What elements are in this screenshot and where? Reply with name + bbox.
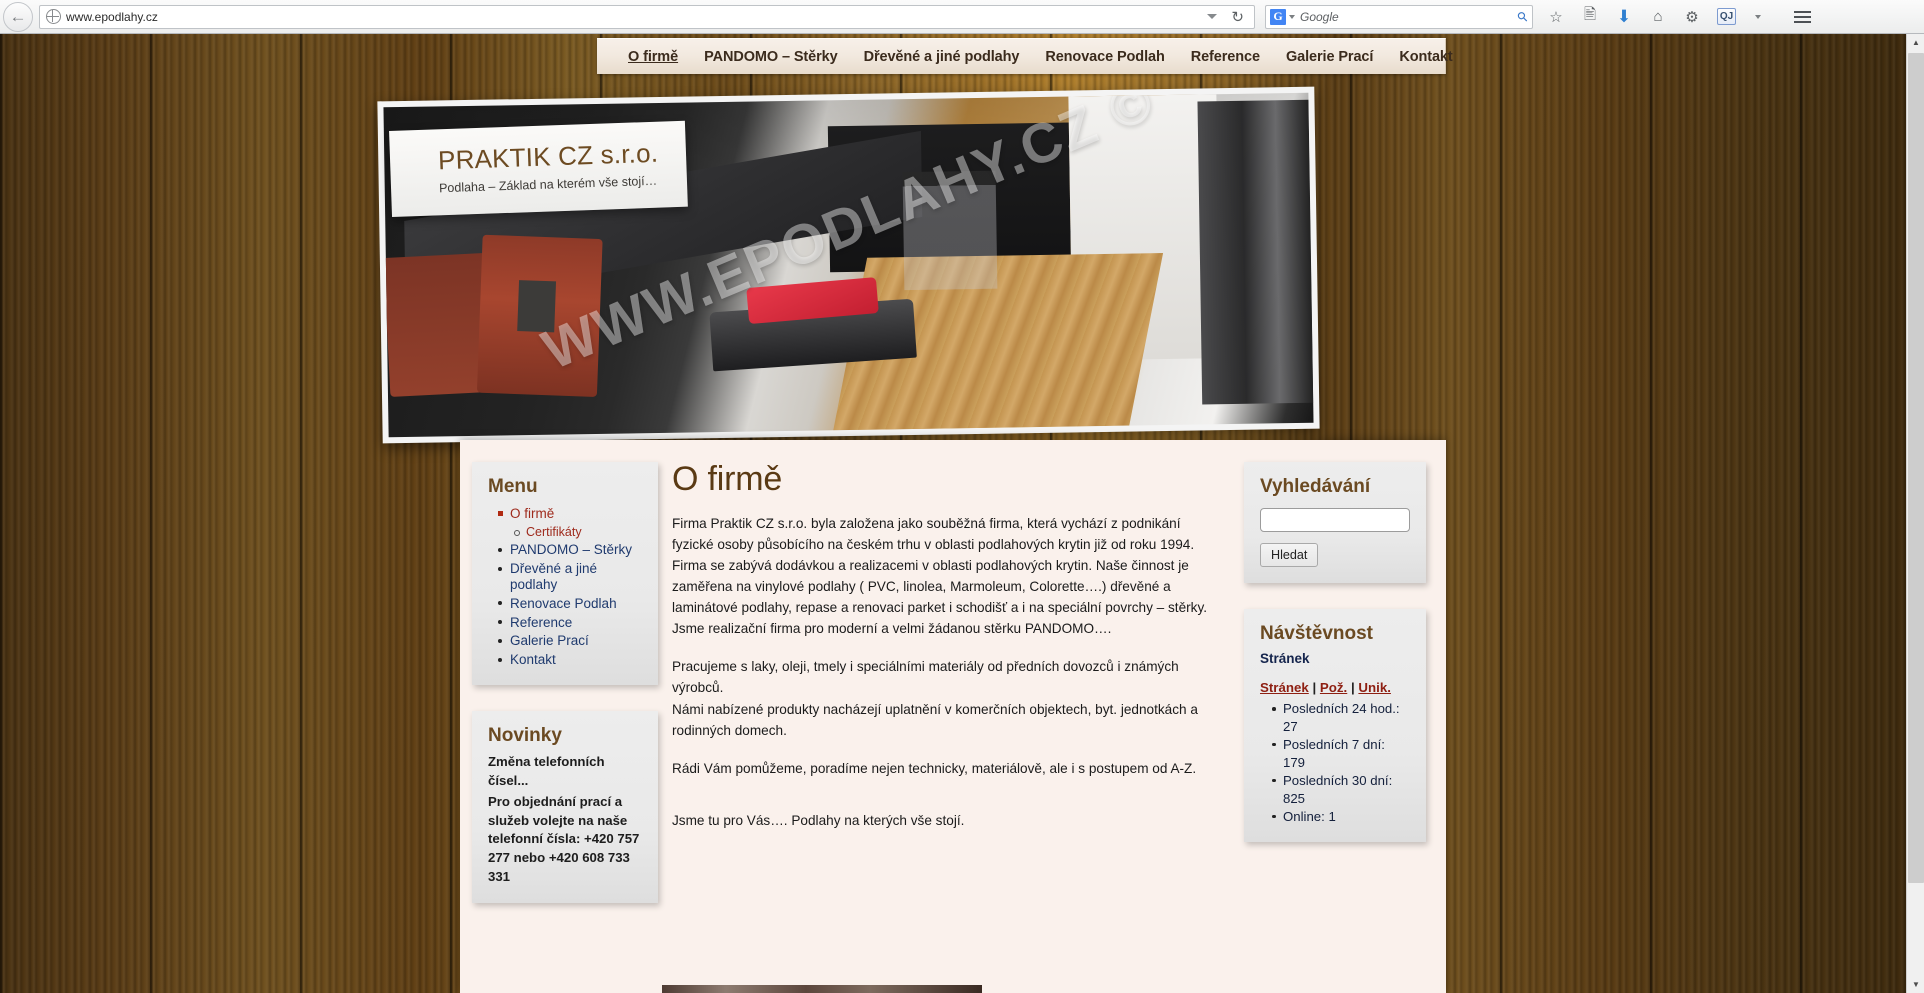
bottom-photo (662, 985, 982, 993)
url-text: www.epodlahy.cz (66, 9, 158, 24)
novinky-headline[interactable]: Změna telefonních čísel... (488, 753, 642, 790)
sidebar-item-o-firme[interactable]: O firmě (498, 504, 642, 523)
paragraph-6: Rádi Vám pomůžeme, poradíme nejen techni… (672, 760, 1197, 776)
chevron-down-icon[interactable] (1755, 14, 1761, 19)
page-title: O firmě (672, 460, 783, 498)
right-sidebar: Vyhledávání Hledat Návštěvnost Stránek S… (1236, 440, 1446, 993)
novinky-content: Změna telefonních čísel... Pro objednání… (488, 753, 642, 886)
photo-chair-front (476, 234, 603, 398)
stats-tab-links: Stránek | Pož. | Unik. (1260, 680, 1410, 695)
novinky-widget-title: Novinky (488, 725, 562, 747)
bookmark-star-icon[interactable]: ☆ (1547, 7, 1565, 27)
nav-item-kontakt[interactable]: Kontakt (1386, 49, 1465, 65)
nav-item-reference[interactable]: Reference (1178, 49, 1273, 65)
sidebar-item-galerie-praci[interactable]: Galerie Prací (498, 632, 642, 651)
menu-widget: Menu O firmě Certifikáty PANDOMO – Stěrk… (472, 462, 658, 686)
search-input[interactable] (1260, 508, 1410, 532)
stats-row-30-days: Posledních 30 dní: 825 (1272, 772, 1410, 808)
sidebar-item-reference[interactable]: Reference (498, 613, 642, 632)
stats-widget: Návštěvnost Stránek Stránek | Pož. | Uni… (1244, 609, 1426, 842)
menu-widget-title: Menu (488, 476, 538, 497)
page-viewport: O firmě PANDOMO – Stěrky Dřevěné a jiné … (0, 34, 1906, 993)
paragraph-5: Námi nabízené produkty nacházejí uplatně… (672, 701, 1198, 738)
paragraph-7: Jsme tu pro Vás…. Podlahy na kterých vše… (672, 812, 965, 828)
sidebar-menu-list: O firmě Certifikáty PANDOMO – Stěrky Dře… (488, 504, 642, 669)
search-submit-button[interactable]: Hledat (1260, 543, 1319, 567)
google-icon: G (1270, 8, 1286, 25)
stats-row-online: Online: 1 (1272, 808, 1410, 826)
nav-item-o-firme[interactable]: O firmě (615, 49, 691, 65)
paragraph-4: Pracujeme s laky, oleji, tmely i speciál… (672, 659, 1179, 696)
logo-plate[interactable]: PRAKTIK CZ s.r.o. Podlaha – Základ na kt… (389, 120, 688, 217)
novinky-body-text: Pro objednání prací a služeb volejte na … (488, 793, 640, 884)
stats-row-24h: Posledních 24 hod.: 27 (1272, 700, 1410, 736)
browser-toolbar: ← www.epodlahy.cz ↻ G Google ⚲ ☆ 🖹 ⬇ ⌂ ⚙… (0, 0, 1924, 34)
download-arrow-icon[interactable]: ⬇ (1615, 7, 1633, 27)
stats-widget-title: Návštěvnost (1260, 623, 1373, 644)
stats-tab-unik[interactable]: Unik. (1358, 680, 1391, 695)
reload-icon[interactable]: ↻ (1225, 8, 1250, 26)
site-tagline: Podlaha – Základ na kterém vše stojí… (438, 173, 658, 196)
sidebar-item-drevene-podlahy[interactable]: Dřevěné a jiné podlahy (498, 560, 642, 595)
reader-list-icon[interactable]: 🖹 (1581, 6, 1599, 27)
site-container: O firmě PANDOMO – Stěrky Dřevěné a jiné … (377, 34, 1453, 993)
scroll-up-icon[interactable]: ▲ (1907, 34, 1924, 51)
site-navigation: O firmě PANDOMO – Stěrky Dřevěné a jiné … (597, 38, 1453, 74)
sidebar-item-kontakt[interactable]: Kontakt (498, 651, 642, 670)
nav-item-drevene-podlahy[interactable]: Dřevěné a jiné podlahy (851, 49, 1033, 65)
globe-icon (46, 9, 61, 24)
home-icon[interactable]: ⌂ (1649, 7, 1667, 27)
settings-gear-icon[interactable]: ⚙ (1683, 7, 1701, 27)
search-widget: Vyhledávání Hledat (1244, 462, 1426, 583)
sidebar-item-pandomo-sterky[interactable]: PANDOMO – Stěrky (498, 541, 642, 560)
stats-tab-poz[interactable]: Pož. (1320, 680, 1347, 695)
qj-addon-icon[interactable]: QJ (1717, 8, 1736, 25)
chevron-down-icon[interactable] (1207, 14, 1218, 19)
photo-bar-stool (902, 170, 997, 291)
content-panel: Menu O firmě Certifikáty PANDOMO – Stěrk… (460, 440, 1446, 993)
scrollbar-thumb[interactable] (1908, 53, 1924, 883)
chevron-down-icon[interactable] (1289, 14, 1295, 19)
paragraph-1: Firma Praktik CZ s.r.o. byla založena ja… (672, 516, 1195, 553)
sidebar-item-renovace-podlah[interactable]: Renovace Podlah (498, 594, 642, 613)
toolbar-icon-group: ☆ 🖹 ⬇ ⌂ ⚙ QJ (1547, 6, 1811, 27)
stats-tab-stranek[interactable]: Stránek (1260, 680, 1309, 695)
main-content: O firmě Firma Praktik CZ s.r.o. byla zal… (658, 440, 1236, 993)
stats-row-7-days: Posledních 7 dní: 179 (1272, 736, 1410, 772)
stats-list: Posledních 24 hod.: 27 Posledních 7 dní:… (1260, 700, 1410, 826)
photo-doorway (1197, 99, 1314, 405)
site-title: PRAKTIK CZ s.r.o. (437, 137, 659, 176)
browser-search-bar[interactable]: G Google ⚲ (1265, 4, 1533, 29)
hero-banner: WWW.EPODLAHY.CZ © PRAKTIK CZ s.r.o. Podl… (377, 86, 1320, 444)
photo-chair-back (383, 252, 493, 397)
nav-item-pandomo-sterky[interactable]: PANDOMO – Stěrky (691, 49, 851, 65)
left-sidebar: Menu O firmě Certifikáty PANDOMO – Stěrk… (460, 440, 658, 993)
vertical-scrollbar[interactable]: ▲ ▼ (1906, 34, 1924, 993)
address-bar[interactable]: www.epodlahy.cz ↻ (39, 4, 1255, 29)
sidebar-item-certifikaty[interactable]: Certifikáty (514, 523, 642, 541)
stats-separator-2: | (1350, 680, 1355, 695)
paragraph-2: Firma se zabývá dodávkou a realizacemi v… (672, 558, 1208, 616)
back-arrow-icon[interactable]: ← (3, 1, 33, 32)
scroll-down-icon[interactable]: ▼ (1907, 976, 1924, 993)
stats-separator-1: | (1312, 680, 1317, 695)
search-widget-title: Vyhledávání (1260, 476, 1371, 497)
novinky-widget: Novinky Změna telefonních čísel... Pro o… (472, 711, 658, 903)
address-bar-controls: ↻ (1207, 8, 1250, 26)
paragraph-3: Jsme realizační firma pro moderní a velm… (672, 621, 1112, 637)
nav-item-galerie-praci[interactable]: Galerie Prací (1273, 49, 1386, 65)
stats-subtitle: Stránek (1260, 651, 1310, 666)
nav-item-renovace-podlah[interactable]: Renovace Podlah (1032, 49, 1177, 65)
menu-hamburger-icon[interactable] (1794, 10, 1811, 23)
browser-search-placeholder: Google (1300, 9, 1339, 24)
